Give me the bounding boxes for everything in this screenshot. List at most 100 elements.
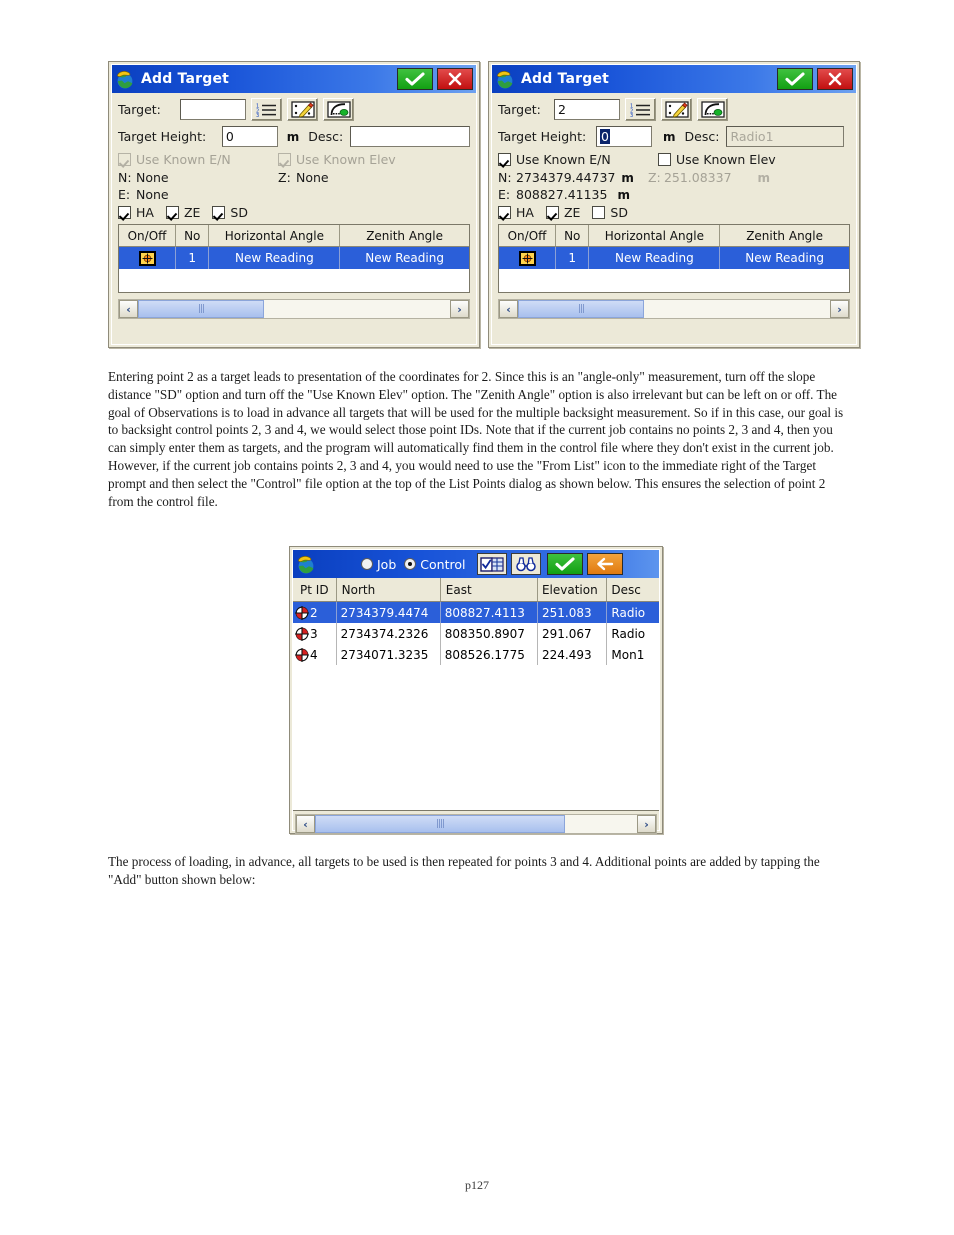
total-station-icon[interactable] bbox=[323, 98, 354, 121]
column-header-onoff[interactable]: On/Off bbox=[499, 225, 557, 246]
target-height-unit: m bbox=[286, 129, 300, 144]
known-coords-checkbox-row: Use Known E/N Use Known Elev bbox=[118, 152, 470, 167]
map-edit-icon[interactable] bbox=[287, 98, 318, 121]
use-known-elev-checkbox[interactable]: Use Known Elev bbox=[658, 152, 776, 167]
ptid-cell[interactable]: 2 bbox=[293, 602, 337, 623]
target-height-input[interactable]: 0 bbox=[221, 126, 278, 147]
ha-label: HA bbox=[136, 205, 154, 220]
column-header-no[interactable]: No bbox=[556, 225, 590, 246]
column-header-zenith-angle[interactable]: Zenith Angle bbox=[340, 225, 469, 246]
north-label: N: bbox=[118, 170, 132, 185]
ok-button[interactable] bbox=[777, 68, 813, 90]
ha-checkbox[interactable]: HA bbox=[118, 205, 154, 220]
control-point-icon bbox=[295, 626, 309, 641]
target-input[interactable]: 2 bbox=[554, 99, 620, 120]
sd-checkbox[interactable]: SD bbox=[212, 205, 248, 220]
scroll-left-arrow-icon[interactable]: ‹ bbox=[119, 300, 138, 318]
target-height-row: Target Height: 0 m Desc: Radio1 bbox=[498, 126, 850, 147]
target-input[interactable] bbox=[180, 99, 246, 120]
column-header-desc[interactable]: Desc bbox=[607, 578, 659, 601]
binoculars-find-icon[interactable] bbox=[511, 553, 542, 575]
column-header-no[interactable]: No bbox=[176, 225, 210, 246]
target-height-label: Target Height: bbox=[118, 129, 207, 144]
target-row: Target: 2 1 2 3 bbox=[498, 98, 850, 121]
svg-text:3: 3 bbox=[630, 113, 633, 118]
desc-input[interactable] bbox=[350, 126, 470, 147]
scroll-left-arrow-icon[interactable]: ‹ bbox=[296, 815, 315, 833]
column-header-north[interactable]: North bbox=[337, 578, 441, 601]
horizontal-angle-cell[interactable]: New Reading bbox=[589, 247, 721, 269]
desc-input[interactable]: Radio1 bbox=[726, 126, 845, 147]
horizontal-scrollbar[interactable]: ‹ |||| › bbox=[295, 814, 657, 834]
north-z-row: N: None Z: None bbox=[118, 170, 470, 185]
scroll-left-arrow-icon[interactable]: ‹ bbox=[499, 300, 518, 318]
checkbox-box-icon bbox=[592, 206, 606, 219]
table-row[interactable]: 4 2734071.3235 808526.1775 224.493 Mon1 bbox=[293, 644, 659, 665]
scrollbar-track[interactable]: |||| bbox=[315, 815, 637, 833]
onoff-cell[interactable] bbox=[119, 247, 177, 269]
use-known-elev-checkbox: Use Known Elev bbox=[278, 152, 396, 167]
scrollbar-track[interactable]: ||| bbox=[518, 300, 830, 318]
column-header-elevation[interactable]: Elevation bbox=[538, 578, 608, 601]
onoff-cell[interactable] bbox=[499, 247, 557, 269]
zenith-angle-cell[interactable]: New Reading bbox=[340, 247, 469, 269]
horizontal-scrollbar[interactable]: ‹ ||| › bbox=[498, 299, 850, 319]
table-row[interactable]: 1 New Reading New Reading bbox=[499, 247, 849, 269]
use-known-en-label: Use Known E/N bbox=[136, 152, 231, 167]
close-button[interactable] bbox=[437, 68, 473, 90]
page-number: p127 bbox=[465, 1178, 489, 1192]
table-row[interactable]: 3 2734374.2326 808350.8907 291.067 Radio bbox=[293, 623, 659, 644]
from-list-icon[interactable]: 1 2 3 bbox=[625, 98, 656, 121]
east-label: E: bbox=[498, 187, 511, 202]
radio-control[interactable] bbox=[404, 558, 417, 570]
select-list-icon[interactable] bbox=[477, 553, 508, 575]
total-station-icon[interactable] bbox=[697, 98, 728, 121]
scrollbar-thumb[interactable]: ||| bbox=[518, 300, 644, 318]
use-known-en-checkbox[interactable]: Use Known E/N bbox=[498, 152, 658, 167]
horizontal-angle-cell[interactable]: New Reading bbox=[209, 247, 341, 269]
ok-button[interactable] bbox=[547, 553, 584, 575]
column-header-east[interactable]: East bbox=[441, 578, 538, 601]
scroll-right-arrow-icon[interactable]: › bbox=[450, 300, 469, 318]
ze-checkbox[interactable]: ZE bbox=[165, 205, 200, 220]
east-unit: m bbox=[617, 187, 630, 202]
table-row[interactable]: 2 2734379.4474 808827.4113 251.083 Radio bbox=[293, 602, 659, 623]
ptid-cell[interactable]: 3 bbox=[293, 623, 337, 644]
column-header-horizontal-angle[interactable]: Horizontal Angle bbox=[209, 225, 341, 246]
use-known-elev-label: Use Known Elev bbox=[676, 152, 776, 167]
target-height-input[interactable]: 0 bbox=[596, 126, 652, 147]
add-target-dialog-point2: Add Target Target: 2 1 2 3 Target Height… bbox=[488, 61, 860, 348]
target-toggle-icon[interactable] bbox=[518, 250, 536, 266]
target-toggle-icon[interactable] bbox=[138, 250, 156, 266]
column-header-horizontal-angle[interactable]: Horizontal Angle bbox=[589, 225, 721, 246]
ptid-cell[interactable]: 4 bbox=[293, 644, 337, 665]
dialog-titlebar: Add Target bbox=[112, 65, 476, 93]
east-value: 808827.41135 bbox=[516, 187, 608, 202]
ok-button[interactable] bbox=[397, 68, 433, 90]
column-header-zenith-angle[interactable]: Zenith Angle bbox=[720, 225, 849, 246]
z-label: Z: bbox=[278, 170, 291, 185]
survce-globe-icon bbox=[115, 69, 136, 90]
map-edit-icon[interactable] bbox=[661, 98, 692, 121]
from-list-icon[interactable]: 1 2 3 bbox=[251, 98, 282, 121]
no-cell: 1 bbox=[556, 247, 590, 269]
table-row[interactable]: 1 New Reading New Reading bbox=[119, 247, 469, 269]
use-known-en-label: Use Known E/N bbox=[516, 152, 611, 167]
column-header-ptid[interactable]: Pt ID bbox=[293, 578, 337, 601]
back-button[interactable] bbox=[587, 553, 624, 575]
scroll-right-arrow-icon[interactable]: › bbox=[830, 300, 849, 318]
ze-checkbox[interactable]: ZE bbox=[545, 205, 580, 220]
scrollbar-track[interactable]: ||| bbox=[138, 300, 450, 318]
survce-globe-icon bbox=[495, 69, 516, 90]
sd-checkbox[interactable]: SD bbox=[592, 205, 628, 220]
scroll-right-arrow-icon[interactable]: › bbox=[637, 815, 656, 833]
scrollbar-thumb[interactable]: ||| bbox=[138, 300, 264, 318]
zenith-angle-cell[interactable]: New Reading bbox=[720, 247, 849, 269]
scrollbar-thumb[interactable]: |||| bbox=[315, 815, 565, 833]
radio-job[interactable] bbox=[361, 558, 373, 570]
column-header-onoff[interactable]: On/Off bbox=[119, 225, 177, 246]
horizontal-scrollbar[interactable]: ‹ ||| › bbox=[118, 299, 470, 319]
close-button[interactable] bbox=[817, 68, 853, 90]
points-grid: Pt ID North East Elevation Desc 2 273437… bbox=[293, 578, 659, 811]
ha-checkbox[interactable]: HA bbox=[498, 205, 534, 220]
